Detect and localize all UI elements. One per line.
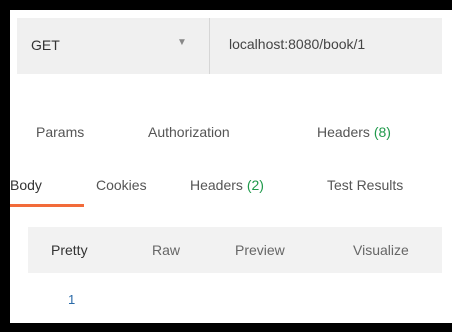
view-toolbar: Pretty Raw Preview Visualize (28, 227, 442, 273)
view-visualize[interactable]: Visualize (353, 242, 409, 258)
url-bar: GET ▼ localhost:8080/book/1 (17, 18, 442, 74)
tab-headers[interactable]: Headers (8) (317, 124, 391, 140)
tab-test-results[interactable]: Test Results (327, 177, 403, 193)
view-preview[interactable]: Preview (235, 242, 285, 258)
tab-headers-label: Headers (317, 124, 370, 140)
view-raw[interactable]: Raw (152, 242, 180, 258)
line-number: 1 (68, 292, 76, 307)
tab-params[interactable]: Params (36, 124, 84, 140)
chevron-down-icon: ▼ (177, 37, 187, 48)
tab-response-headers-label: Headers (190, 177, 243, 193)
view-pretty[interactable]: Pretty (51, 242, 88, 258)
url-input[interactable]: localhost:8080/book/1 (229, 36, 365, 52)
tab-body[interactable]: Body (10, 177, 42, 193)
method-select[interactable]: GET ▼ (17, 18, 210, 74)
method-label: GET (31, 37, 60, 53)
active-tab-indicator (10, 204, 84, 207)
tab-cookies[interactable]: Cookies (96, 177, 147, 193)
tab-response-headers[interactable]: Headers (2) (190, 177, 264, 193)
headers-count-badge: (8) (373, 124, 391, 140)
tab-authorization[interactable]: Authorization (148, 124, 230, 140)
response-headers-count-badge: (2) (246, 177, 264, 193)
